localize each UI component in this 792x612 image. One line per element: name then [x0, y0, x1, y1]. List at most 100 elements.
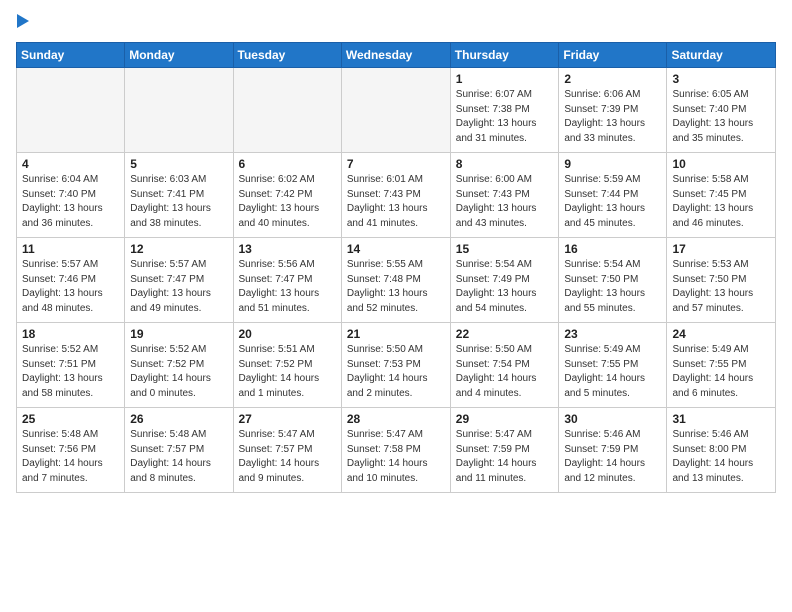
calendar-cell: 8Sunrise: 6:00 AM Sunset: 7:43 PM Daylig…: [450, 153, 559, 238]
day-header-saturday: Saturday: [667, 43, 776, 68]
page-header: [16, 16, 776, 30]
day-number: 16: [564, 242, 661, 256]
logo: [16, 16, 29, 30]
day-info: Sunrise: 5:47 AM Sunset: 7:57 PM Dayligh…: [239, 428, 336, 486]
day-info: Sunrise: 5:51 AM Sunset: 7:52 PM Dayligh…: [239, 343, 336, 401]
calendar-cell: 24Sunrise: 5:49 AM Sunset: 7:55 PM Dayli…: [667, 323, 776, 408]
day-number: 15: [456, 242, 554, 256]
day-number: 26: [130, 412, 227, 426]
day-number: 28: [347, 412, 445, 426]
day-number: 23: [564, 327, 661, 341]
logo-arrow-icon: [17, 14, 29, 28]
day-number: 31: [672, 412, 770, 426]
day-info: Sunrise: 5:56 AM Sunset: 7:47 PM Dayligh…: [239, 258, 336, 316]
calendar-week-row: 11 Sunrise: 5:57 AM Sunset: 7:46 PM Dayli…: [17, 238, 776, 323]
day-info: Sunrise: 5:55 AM Sunset: 7:48 PM Dayligh…: [347, 258, 445, 316]
day-info: Sunrise: 5:53 AM Sunset: 7:50 PM Dayligh…: [672, 258, 770, 316]
day-number: 4: [22, 157, 119, 171]
calendar-cell: 3 Sunrise: 6:05 AM Sunset: 7:40 PM Daylig…: [667, 68, 776, 153]
calendar-cell: 15Sunrise: 5:54 AM Sunset: 7:49 PM Dayli…: [450, 238, 559, 323]
day-info: Sunrise: 5:58 AM Sunset: 7:45 PM Dayligh…: [672, 173, 770, 231]
day-info: Sunrise: 5:52 AM Sunset: 7:51 PM Dayligh…: [22, 343, 119, 401]
day-info: Sunrise: 5:52 AM Sunset: 7:52 PM Dayligh…: [130, 343, 227, 401]
day-number: 17: [672, 242, 770, 256]
day-number: 19: [130, 327, 227, 341]
calendar-cell: [125, 68, 233, 153]
day-info: Sunrise: 6:05 AM Sunset: 7:40 PM Dayligh…: [672, 88, 770, 146]
calendar-cell: 19 Sunrise: 5:52 AM Sunset: 7:52 PM Dayli…: [125, 323, 233, 408]
calendar-cell: 13 Sunrise: 5:56 AM Sunset: 7:47 PM Dayli…: [233, 238, 341, 323]
day-number: 3: [672, 72, 770, 86]
day-number: 30: [564, 412, 661, 426]
day-info: Sunrise: 5:57 AM Sunset: 7:46 PM Dayligh…: [22, 258, 119, 316]
day-number: 21: [347, 327, 445, 341]
day-number: 29: [456, 412, 554, 426]
day-number: 22: [456, 327, 554, 341]
day-info: Sunrise: 5:59 AM Sunset: 7:44 PM Dayligh…: [564, 173, 661, 231]
calendar-cell: 21 Sunrise: 5:50 AM Sunset: 7:53 PM Dayli…: [341, 323, 450, 408]
day-number: 5: [130, 157, 227, 171]
day-header-wednesday: Wednesday: [341, 43, 450, 68]
day-header-thursday: Thursday: [450, 43, 559, 68]
day-number: 25: [22, 412, 119, 426]
calendar-cell: 9 Sunrise: 5:59 AM Sunset: 7:44 PM Daylig…: [559, 153, 667, 238]
day-number: 18: [22, 327, 119, 341]
calendar-table: SundayMondayTuesdayWednesdayThursdayFrid…: [16, 42, 776, 493]
calendar-cell: [17, 68, 125, 153]
calendar-cell: 4 Sunrise: 6:04 AM Sunset: 7:40 PM Daylig…: [17, 153, 125, 238]
day-info: Sunrise: 5:49 AM Sunset: 7:55 PM Dayligh…: [564, 343, 661, 401]
day-info: Sunrise: 6:01 AM Sunset: 7:43 PM Dayligh…: [347, 173, 445, 231]
day-info: Sunrise: 6:07 AM Sunset: 7:38 PM Dayligh…: [456, 88, 554, 146]
day-info: Sunrise: 5:57 AM Sunset: 7:47 PM Dayligh…: [130, 258, 227, 316]
day-header-monday: Monday: [125, 43, 233, 68]
day-info: Sunrise: 5:47 AM Sunset: 7:59 PM Dayligh…: [456, 428, 554, 486]
day-info: Sunrise: 5:46 AM Sunset: 7:59 PM Dayligh…: [564, 428, 661, 486]
calendar-cell: 28 Sunrise: 5:47 AM Sunset: 7:58 PM Dayli…: [341, 408, 450, 493]
calendar-cell: 30 Sunrise: 5:46 AM Sunset: 7:59 PM Dayli…: [559, 408, 667, 493]
calendar-cell: 20 Sunrise: 5:51 AM Sunset: 7:52 PM Dayli…: [233, 323, 341, 408]
calendar-cell: 22 Sunrise: 5:50 AM Sunset: 7:54 PM Dayli…: [450, 323, 559, 408]
calendar-cell: 10Sunrise: 5:58 AM Sunset: 7:45 PM Dayli…: [667, 153, 776, 238]
calendar-cell: 1 Sunrise: 6:07 AM Sunset: 7:38 PM Daylig…: [450, 68, 559, 153]
day-number: 6: [239, 157, 336, 171]
day-info: Sunrise: 5:49 AM Sunset: 7:55 PM Dayligh…: [672, 343, 770, 401]
calendar-cell: 25 Sunrise: 5:48 AM Sunset: 7:56 PM Dayli…: [17, 408, 125, 493]
day-number: 27: [239, 412, 336, 426]
day-info: Sunrise: 6:02 AM Sunset: 7:42 PM Dayligh…: [239, 173, 336, 231]
calendar-cell: 14 Sunrise: 5:55 AM Sunset: 7:48 PM Dayli…: [341, 238, 450, 323]
calendar-cell: 2 Sunrise: 6:06 AM Sunset: 7:39 PM Daylig…: [559, 68, 667, 153]
day-info: Sunrise: 5:48 AM Sunset: 7:56 PM Dayligh…: [22, 428, 119, 486]
day-number: 1: [456, 72, 554, 86]
day-number: 7: [347, 157, 445, 171]
calendar-cell: 23 Sunrise: 5:49 AM Sunset: 7:55 PM Dayli…: [559, 323, 667, 408]
calendar-cell: [233, 68, 341, 153]
calendar-cell: 27 Sunrise: 5:47 AM Sunset: 7:57 PM Dayli…: [233, 408, 341, 493]
day-info: Sunrise: 5:50 AM Sunset: 7:53 PM Dayligh…: [347, 343, 445, 401]
day-number: 12: [130, 242, 227, 256]
day-number: 2: [564, 72, 661, 86]
calendar-cell: 29 Sunrise: 5:47 AM Sunset: 7:59 PM Dayli…: [450, 408, 559, 493]
calendar-cell: [341, 68, 450, 153]
calendar-week-row: 1 Sunrise: 6:07 AM Sunset: 7:38 PM Daylig…: [17, 68, 776, 153]
calendar-cell: 17 Sunrise: 5:53 AM Sunset: 7:50 PM Dayli…: [667, 238, 776, 323]
day-number: 14: [347, 242, 445, 256]
calendar-header-row: SundayMondayTuesdayWednesdayThursdayFrid…: [17, 43, 776, 68]
day-header-friday: Friday: [559, 43, 667, 68]
day-info: Sunrise: 5:48 AM Sunset: 7:57 PM Dayligh…: [130, 428, 227, 486]
calendar-cell: 5 Sunrise: 6:03 AM Sunset: 7:41 PM Daylig…: [125, 153, 233, 238]
day-number: 9: [564, 157, 661, 171]
day-info: Sunrise: 6:00 AM Sunset: 7:43 PM Dayligh…: [456, 173, 554, 231]
day-info: Sunrise: 6:06 AM Sunset: 7:39 PM Dayligh…: [564, 88, 661, 146]
day-number: 11: [22, 242, 119, 256]
day-info: Sunrise: 5:46 AM Sunset: 8:00 PM Dayligh…: [672, 428, 770, 486]
calendar-cell: 11 Sunrise: 5:57 AM Sunset: 7:46 PM Dayli…: [17, 238, 125, 323]
day-number: 13: [239, 242, 336, 256]
calendar-cell: 12 Sunrise: 5:57 AM Sunset: 7:47 PM Dayli…: [125, 238, 233, 323]
day-info: Sunrise: 5:47 AM Sunset: 7:58 PM Dayligh…: [347, 428, 445, 486]
day-number: 20: [239, 327, 336, 341]
calendar-week-row: 18 Sunrise: 5:52 AM Sunset: 7:51 PM Dayli…: [17, 323, 776, 408]
day-info: Sunrise: 5:50 AM Sunset: 7:54 PM Dayligh…: [456, 343, 554, 401]
day-info: Sunrise: 6:03 AM Sunset: 7:41 PM Dayligh…: [130, 173, 227, 231]
day-info: Sunrise: 6:04 AM Sunset: 7:40 PM Dayligh…: [22, 173, 119, 231]
calendar-week-row: 4 Sunrise: 6:04 AM Sunset: 7:40 PM Daylig…: [17, 153, 776, 238]
